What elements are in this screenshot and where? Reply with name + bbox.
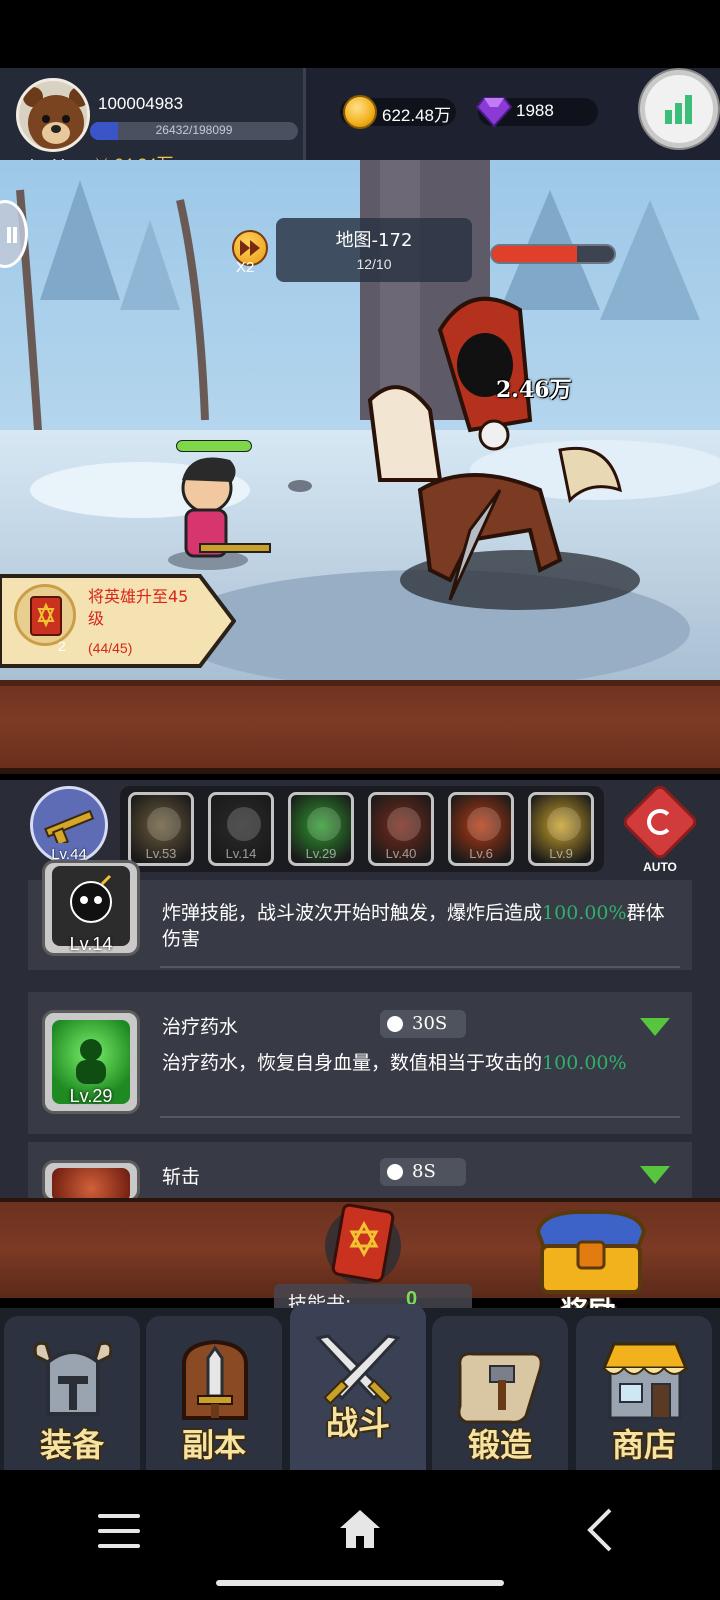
heal-skill-level: Lv.29 xyxy=(69,1086,113,1106)
auto-label: AUTO xyxy=(643,860,677,874)
back-icon[interactable] xyxy=(586,1508,614,1552)
slash-skill-name: 斩击 xyxy=(162,1166,201,1188)
slash-skill-icon[interactable] xyxy=(52,1168,130,1202)
speed-multiplier: X2 xyxy=(236,259,255,276)
hero-health-fill xyxy=(177,441,251,451)
heal-cooldown: 30S xyxy=(412,1013,448,1034)
heal-skill-name: 治疗药水 xyxy=(162,1016,239,1038)
fireball-icon xyxy=(467,807,501,841)
hero-health-bar xyxy=(176,440,252,452)
wave-progress: 12/10 xyxy=(356,256,392,272)
tab-battle-label: 战斗 xyxy=(325,1404,390,1442)
skill-slot-level: Lv.40 xyxy=(385,846,417,861)
chevron-down-icon[interactable] xyxy=(640,1018,670,1036)
chevron-down-icon[interactable] xyxy=(640,1166,670,1184)
skill-slot-level: Lv.14 xyxy=(225,846,257,861)
gesture-indicator xyxy=(216,1580,504,1586)
gem-icon xyxy=(476,97,512,128)
tab-forge-label: 锻造 xyxy=(467,1426,532,1464)
exp-text: 26432/198099 xyxy=(155,123,233,137)
tab-equipment-label: 装备 xyxy=(39,1426,104,1464)
clock-icon xyxy=(384,1161,406,1183)
clock-icon xyxy=(384,1013,406,1035)
damage-number: 2.46万 xyxy=(496,377,572,403)
boss-health-bar xyxy=(490,244,616,264)
gold-coin-icon xyxy=(343,95,377,129)
quest-reward-count: 2 xyxy=(58,638,66,654)
stats-button[interactable] xyxy=(640,70,718,148)
status-bar xyxy=(0,0,720,68)
tab-dungeon-label: 副本 xyxy=(181,1426,246,1464)
skill-book-icon[interactable] xyxy=(322,1200,404,1288)
bomb-skill-description: 炸弹技能，战斗波次开始时触发，爆炸后造成100.00%群体伤害 xyxy=(162,900,682,952)
skill-slot-bomb[interactable]: Lv.14 xyxy=(208,792,274,866)
home-icon[interactable] xyxy=(338,1508,382,1550)
player-avatar[interactable] xyxy=(16,78,90,152)
heal-card-divider xyxy=(160,1116,680,1118)
tab-shop-label: 商店 xyxy=(611,1426,676,1464)
dungeon-sword-icon xyxy=(182,1339,248,1420)
trap-icon xyxy=(147,807,181,841)
wood-divider xyxy=(0,680,720,774)
quest-title: 将英雄升至45级 xyxy=(88,587,189,628)
reward-chest-icon[interactable] xyxy=(532,1208,650,1300)
skill-slot-level: Lv.9 xyxy=(549,846,573,861)
skill-slot-level: Lv.6 xyxy=(469,846,493,861)
player-id: 100004983 xyxy=(98,94,184,113)
slash-icon xyxy=(387,807,421,841)
skill-slot-trap[interactable]: Lv.53 xyxy=(128,792,194,866)
menu-icon[interactable] xyxy=(98,1514,140,1548)
heal-desc-percent: 100.00% xyxy=(542,1052,627,1074)
bomb-desc-text: 炸弹技能，战斗波次开始时触发，爆炸后造成 xyxy=(162,902,543,924)
lightning-icon xyxy=(547,807,581,841)
slash-cooldown: 8S xyxy=(412,1161,436,1182)
heal-skill-description: 治疗药水，恢复自身血量，数值相当于攻击的100.00% xyxy=(162,1050,682,1076)
quest-book-icon xyxy=(14,584,76,646)
forge-scroll-icon xyxy=(457,1352,543,1424)
gem-amount: 1988 xyxy=(516,101,554,120)
skill-slot-lightning[interactable]: Lv.9 xyxy=(528,792,594,866)
bomb-icon xyxy=(227,807,261,841)
refresh-icon xyxy=(647,809,673,835)
boss-health-fill xyxy=(492,246,578,262)
pause-icon xyxy=(7,227,17,243)
skill-slot-level: Lv.53 xyxy=(145,846,177,861)
gold-amount: 622.48万 xyxy=(382,106,451,125)
rifle-icon xyxy=(44,809,95,843)
bomb-desc-percent: 100.00% xyxy=(542,902,627,924)
heal-potion-icon xyxy=(307,807,341,841)
bomb-card-divider xyxy=(160,966,680,968)
shop-icon xyxy=(601,1342,689,1420)
skill-slot-level: Lv.29 xyxy=(305,846,337,861)
skill-slot-fireball[interactable]: Lv.6 xyxy=(448,792,514,866)
skill-slot-heal-potion[interactable]: Lv.29 xyxy=(288,792,354,866)
bomb-skill-level: Lv.14 xyxy=(69,934,113,954)
quest-progress: (44/45) xyxy=(88,640,133,656)
exp-bar: 26432/198099 xyxy=(90,122,298,140)
skill-slot-slash[interactable]: Lv.40 xyxy=(368,792,434,866)
fast-forward-icon xyxy=(240,240,260,256)
heal-desc-text: 治疗药水，恢复自身血量，数值相当于攻击的 xyxy=(162,1052,543,1074)
bar-chart-icon xyxy=(665,95,692,124)
helmet-icon xyxy=(33,1341,113,1416)
game-screen: Lv.44 100004983 26432/198099 ⚔ 64.34万 62… xyxy=(0,0,720,1600)
map-name: 地图-172 xyxy=(335,230,413,251)
